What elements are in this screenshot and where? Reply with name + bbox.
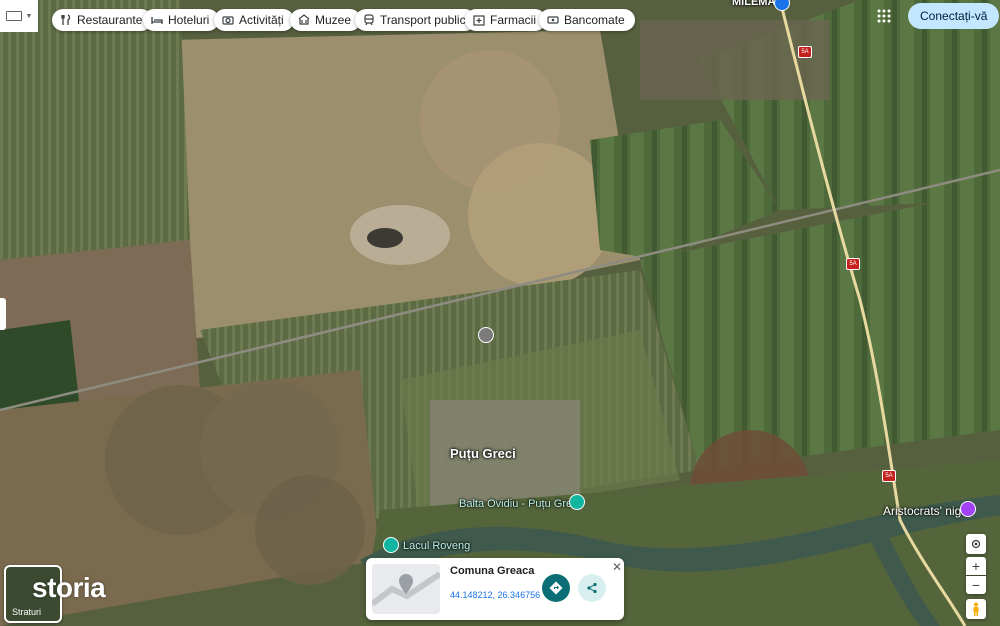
chip-label: Farmacii bbox=[490, 13, 537, 27]
town-label[interactable]: Puțu Greci bbox=[450, 446, 516, 461]
chip-bancomate[interactable]: Bancomate bbox=[539, 9, 635, 31]
chip-label: Hoteluri bbox=[168, 13, 210, 27]
chevron-down-icon: ▼ bbox=[25, 12, 33, 20]
chip-farmacii[interactable]: Farmacii bbox=[465, 9, 547, 31]
chip-label: Transport public bbox=[380, 13, 466, 27]
my-location-icon bbox=[971, 539, 981, 549]
directions-button[interactable] bbox=[542, 574, 570, 602]
poi-label[interactable]: Aristocrats' night bbox=[883, 504, 971, 518]
chip-activitati[interactable]: Activități bbox=[214, 9, 294, 31]
map-menu-button[interactable]: ▼ bbox=[0, 0, 38, 32]
bed-icon bbox=[151, 14, 163, 26]
fork-knife-icon bbox=[60, 14, 72, 26]
poi-pin-icon[interactable] bbox=[960, 501, 976, 517]
chip-hoteluri[interactable]: Hoteluri bbox=[143, 9, 220, 31]
chip-label: Restaurante bbox=[77, 13, 143, 27]
sign-in-button[interactable]: Conectați-vă bbox=[908, 3, 1000, 29]
chip-label: Activități bbox=[239, 13, 284, 27]
place-title: Comuna Greaca bbox=[450, 565, 535, 577]
my-location-button[interactable] bbox=[966, 534, 986, 554]
satellite-map[interactable] bbox=[0, 0, 1000, 626]
town-label-north[interactable]: MILEMA bbox=[732, 0, 775, 8]
map-pin-icon[interactable] bbox=[478, 327, 494, 343]
apps-grid-icon[interactable] bbox=[877, 9, 893, 25]
share-button[interactable] bbox=[578, 574, 606, 602]
place-thumbnail[interactable] bbox=[372, 564, 440, 614]
place-card[interactable]: Comuna Greaca 44.148212, 26.346756 ✕ bbox=[366, 558, 624, 620]
train-icon bbox=[363, 14, 375, 26]
road-shield: 5A bbox=[798, 46, 812, 58]
lake-label-balta[interactable]: Balta Ovidiu - Puțu Greci bbox=[459, 498, 580, 510]
directions-icon bbox=[549, 581, 563, 595]
keyboard-icon bbox=[5, 11, 22, 21]
layers-label: Straturi bbox=[12, 607, 42, 617]
zoom-in-button[interactable]: + bbox=[966, 557, 986, 575]
close-icon[interactable]: ✕ bbox=[612, 560, 622, 574]
museum-icon bbox=[298, 14, 310, 26]
camera-icon bbox=[222, 14, 234, 26]
street-view-pegman-icon[interactable] bbox=[966, 599, 986, 619]
zoom-out-button[interactable]: − bbox=[966, 576, 986, 594]
share-icon bbox=[587, 582, 597, 594]
chip-label: Bancomate bbox=[564, 13, 625, 27]
pharmacy-icon bbox=[473, 14, 485, 26]
chip-muzee[interactable]: Muzee bbox=[290, 9, 362, 31]
road-shield: 5A bbox=[846, 258, 860, 270]
lake-pin-icon[interactable] bbox=[569, 494, 585, 510]
chip-transport-public[interactable]: Transport public bbox=[355, 9, 476, 31]
side-panel-toggle[interactable] bbox=[0, 298, 6, 330]
lake-pin-icon[interactable] bbox=[383, 537, 399, 553]
place-coordinates[interactable]: 44.148212, 26.346756 bbox=[450, 590, 540, 600]
chip-restaurante[interactable]: Restaurante bbox=[52, 9, 153, 31]
atm-icon bbox=[547, 14, 559, 26]
road-shield: 5A bbox=[882, 470, 896, 482]
chip-label: Muzee bbox=[315, 13, 352, 27]
storia-watermark: storia bbox=[32, 572, 106, 603]
lake-label-roveng[interactable]: Lacul Roveng bbox=[403, 540, 470, 552]
